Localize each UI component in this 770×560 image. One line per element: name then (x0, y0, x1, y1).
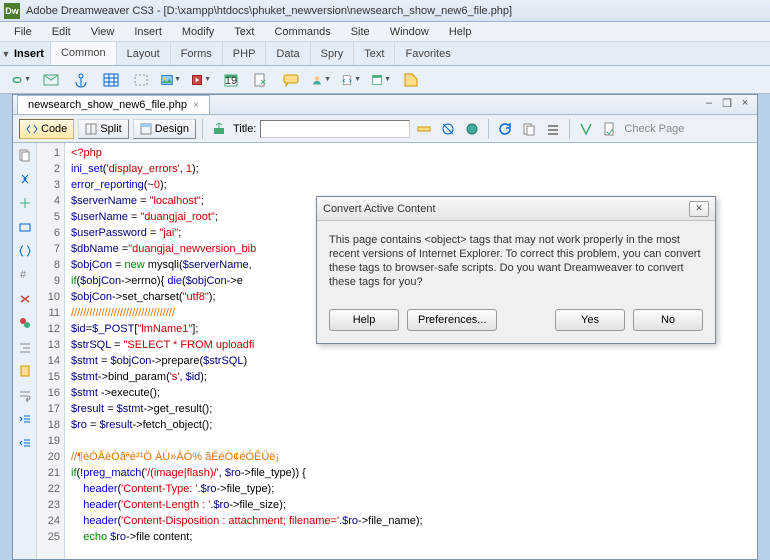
insert-tab-php[interactable]: PHP (222, 42, 266, 65)
preferences-button[interactable]: Preferences... (407, 309, 497, 331)
line-number-gutter: 1234567891011121314151617181920212223242… (37, 143, 65, 559)
div-icon[interactable] (130, 69, 152, 91)
insert-tab-layout[interactable]: Layout (116, 42, 170, 65)
syntax-color-icon[interactable] (17, 315, 33, 331)
title-input[interactable] (260, 120, 410, 138)
hyperlink-icon[interactable]: ▼ (10, 69, 32, 91)
named-anchor-icon[interactable] (70, 69, 92, 91)
document-toolbar: Code Split Design Title: Check Page (13, 115, 757, 143)
templates-icon[interactable]: ▼ (370, 69, 392, 91)
coding-toolbar: # (13, 143, 37, 559)
image-icon[interactable]: ▼ (160, 69, 182, 91)
auto-indent-icon[interactable] (17, 339, 33, 355)
menu-window[interactable]: Window (380, 24, 439, 40)
menu-commands[interactable]: Commands (264, 24, 340, 40)
app-title: Adobe Dreamweaver CS3 - [D:\xampp\htdocs… (26, 5, 512, 17)
insert-tab-favorites[interactable]: Favorites (394, 42, 460, 65)
menu-modify[interactable]: Modify (172, 24, 224, 40)
expand-all-icon[interactable] (17, 195, 33, 211)
validate-icon[interactable] (576, 119, 596, 139)
table-icon[interactable] (100, 69, 122, 91)
preview-icon[interactable] (438, 119, 458, 139)
close-icon[interactable]: × (739, 97, 751, 110)
head-icon[interactable]: ▼ (310, 69, 332, 91)
check-page-label: Check Page (624, 123, 684, 135)
menu-insert[interactable]: Insert (124, 24, 172, 40)
no-button[interactable]: No (633, 309, 703, 331)
indent-icon[interactable] (17, 411, 33, 427)
menu-text[interactable]: Text (224, 24, 264, 40)
app-titlebar: Dw Adobe Dreamweaver CS3 - [D:\xampp\htd… (0, 0, 770, 22)
split-view-button[interactable]: Split (78, 119, 128, 139)
globe-icon[interactable] (462, 119, 482, 139)
menu-file[interactable]: File (4, 24, 42, 40)
line-numbers-icon[interactable]: # (17, 267, 33, 283)
open-docs-icon[interactable] (17, 147, 33, 163)
insert-tab-spry[interactable]: Spry (310, 42, 354, 65)
design-view-button[interactable]: Design (133, 119, 196, 139)
code-view-button[interactable]: Code (19, 119, 74, 139)
options-icon[interactable] (543, 119, 563, 139)
live-data-icon[interactable] (209, 119, 229, 139)
ruler-icon[interactable] (414, 119, 434, 139)
insert-tab-data[interactable]: Data (265, 42, 309, 65)
menu-site[interactable]: Site (341, 24, 380, 40)
menubar: File Edit View Insert Modify Text Comman… (0, 22, 770, 42)
help-button[interactable]: Help (329, 309, 399, 331)
collapse-icon[interactable] (17, 171, 33, 187)
dialog-titlebar[interactable]: Convert Active Content ✕ (317, 197, 715, 221)
menu-view[interactable]: View (81, 24, 125, 40)
menu-edit[interactable]: Edit (42, 24, 81, 40)
word-wrap-icon[interactable] (17, 387, 33, 403)
close-tab-icon[interactable]: × (193, 100, 199, 111)
dialog-title: Convert Active Content (323, 203, 689, 215)
document-tabbar: newsearch_show_new6_file.php × – ❐ × (13, 95, 757, 115)
balance-braces-icon[interactable] (17, 243, 33, 259)
insert-label: Insert (12, 48, 50, 60)
script-icon[interactable]: ▼ (340, 69, 362, 91)
tag-chooser-icon[interactable] (400, 69, 422, 91)
convert-active-content-dialog: Convert Active Content ✕ This page conta… (316, 196, 716, 344)
select-parent-icon[interactable] (17, 219, 33, 235)
insert-tab-text[interactable]: Text (353, 42, 394, 65)
menu-help[interactable]: Help (439, 24, 482, 40)
yes-button[interactable]: Yes (555, 309, 625, 331)
svg-text:#: # (20, 269, 27, 281)
restore-icon[interactable]: ❐ (721, 97, 733, 110)
insert-collapse-toggle[interactable]: ▼ (0, 49, 12, 59)
comment-icon[interactable] (280, 69, 302, 91)
insert-tab-common[interactable]: Common (50, 42, 116, 65)
minimize-icon[interactable]: – (703, 97, 715, 110)
title-label: Title: (233, 123, 256, 135)
file-mgmt-icon[interactable] (519, 119, 539, 139)
refresh-icon[interactable] (495, 119, 515, 139)
outdent-icon[interactable] (17, 435, 33, 451)
server-include-icon[interactable] (250, 69, 272, 91)
dialog-close-icon[interactable]: ✕ (689, 201, 709, 217)
app-icon: Dw (4, 3, 20, 19)
insert-tab-forms[interactable]: Forms (170, 42, 222, 65)
check-page-icon[interactable] (600, 119, 620, 139)
email-link-icon[interactable] (40, 69, 62, 91)
dialog-body: This page contains <object> tags that ma… (317, 221, 715, 301)
insert-bar: ▼ Insert Common Layout Forms PHP Data Sp… (0, 42, 770, 66)
date-icon[interactable]: 19 (220, 69, 242, 91)
document-tab-label: newsearch_show_new6_file.php (28, 99, 187, 111)
svg-text:19: 19 (225, 75, 237, 87)
document-tab[interactable]: newsearch_show_new6_file.php × (17, 95, 210, 114)
snippets-icon[interactable] (17, 363, 33, 379)
highlight-invalid-icon[interactable] (17, 291, 33, 307)
insert-toolbar: ▼ ▼ ▼ 19 ▼ ▼ ▼ (0, 66, 770, 94)
media-icon[interactable]: ▼ (190, 69, 212, 91)
